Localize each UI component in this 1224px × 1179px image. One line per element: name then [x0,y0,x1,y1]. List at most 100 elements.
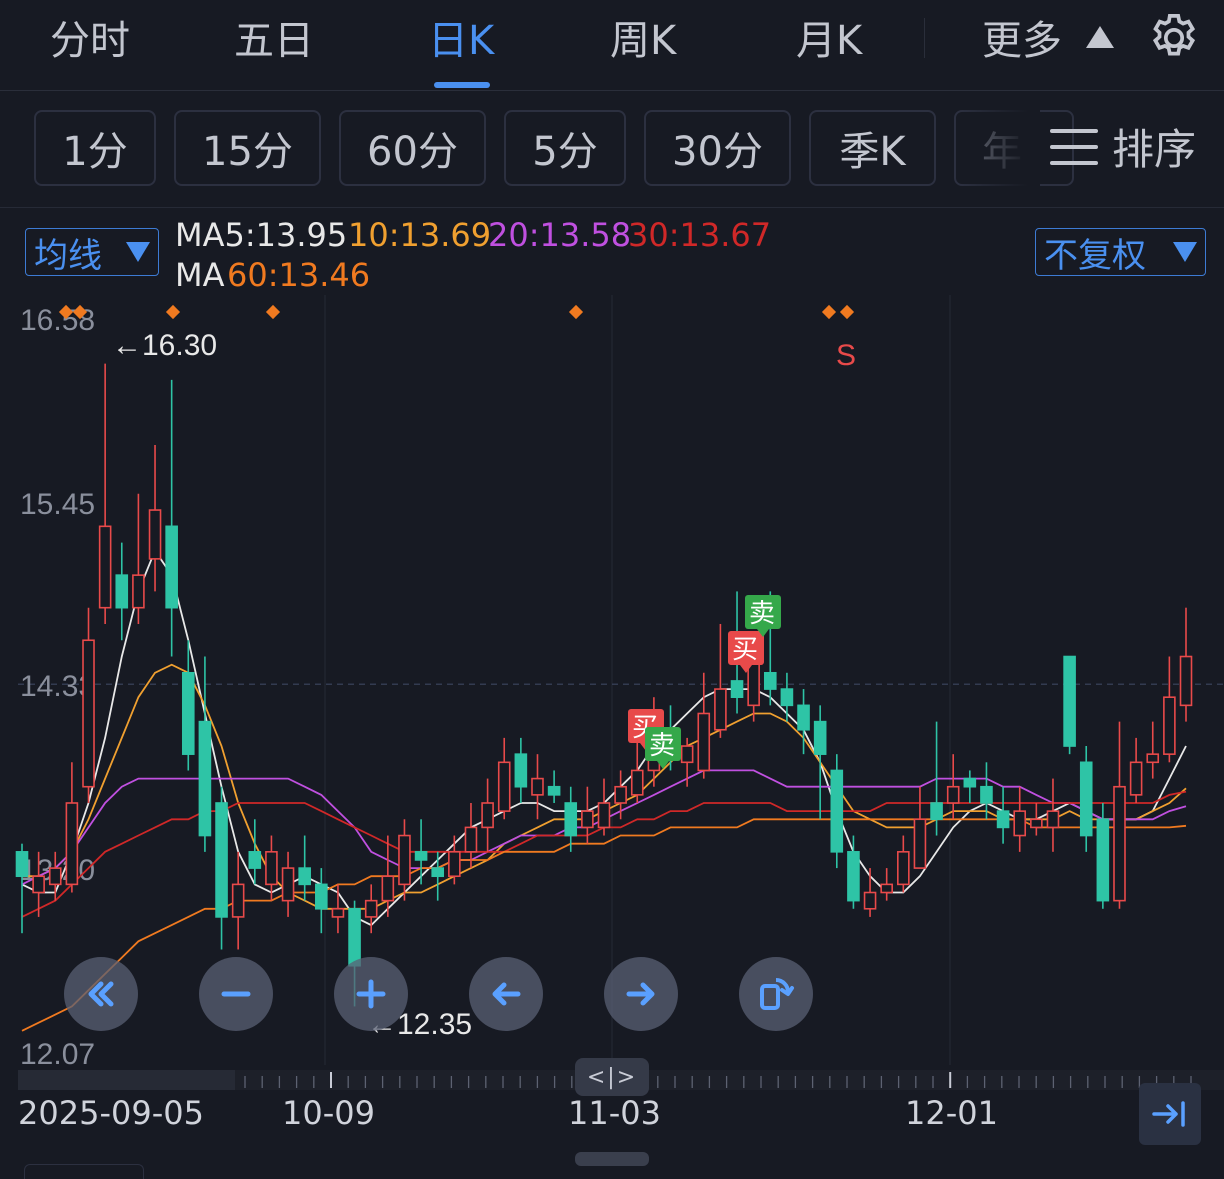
candle-down [215,802,228,918]
candle-up [281,867,295,902]
period-1min-button[interactable]: 1分 [34,110,156,186]
period-60min-button[interactable]: 60分 [339,110,486,186]
candle-up [897,851,910,886]
menu-lines-icon [1050,128,1098,165]
period-tab-bar: 分时 五日 日K 周K 月K 更多 [0,0,1224,91]
buy-tag-label: 买 [732,634,758,664]
indicator-selector-label: 均线 [34,235,102,276]
candle-down [198,720,212,837]
candle-up [497,761,511,812]
sort-label: 排序 [1112,125,1197,174]
candle-up [82,639,95,788]
active-tab-underline [434,82,490,88]
candle-up [481,802,494,829]
candle-down [1079,761,1093,837]
arrow-left-icon [492,982,521,1006]
period-15min-button[interactable]: 15分 [174,110,321,186]
tab-weekly-k[interactable]: 周K [610,8,676,66]
zoom-out-button[interactable] [199,957,273,1031]
tab-five-day[interactable]: 五日 [234,8,314,66]
candle-up [448,851,461,878]
caret-up-icon[interactable] [1086,26,1114,48]
candle-down [1096,818,1110,902]
ma10-value: 10:13.69 [348,216,492,254]
candle-down [431,867,445,878]
candle-up [1163,696,1176,755]
candle-up [714,688,727,731]
candle-up [398,834,411,886]
candle-up [1146,753,1160,764]
ma60-prefix: MA [175,256,225,294]
x-axis-date-label: 12-01 [905,1094,998,1132]
candle-down [165,525,178,609]
tab-divider [924,18,925,58]
candle-down [348,907,361,967]
candle-up [1179,655,1193,707]
period-quarter-k-button[interactable]: 季K [809,110,936,186]
zoom-in-button[interactable] [334,957,408,1031]
candle-up [946,785,960,804]
ma20-value: 20:13.58 [488,216,632,254]
candle-up [913,818,927,869]
section-divider [0,207,1224,208]
sell-tag-label: 卖 [749,598,775,628]
rewind-button[interactable] [64,957,138,1031]
indicator-selector[interactable]: 均线 [25,228,159,276]
candle-up [680,745,694,764]
candle-down [963,777,977,788]
timeline-drag-handle[interactable]: <|> [575,1058,649,1096]
candle-up [98,525,112,609]
minus-icon [221,991,251,997]
ma60-value: 60:13.46 [227,256,371,294]
scroll-left-button[interactable] [469,957,543,1031]
tab-monthly-k[interactable]: 月K [796,8,862,66]
sort-button[interactable]: 排序 [1050,116,1196,177]
signal-diamond-icon [821,304,837,320]
ma30-value: 30:13.67 [628,216,772,254]
candle-down [181,671,195,755]
plus-icon [356,979,386,1009]
dropdown-triangle-icon [126,242,150,262]
candle-up [32,875,45,894]
period-5min-button[interactable]: 5分 [504,110,626,186]
candle-down [996,810,1010,829]
candle-up [1129,761,1143,796]
period-30min-button[interactable]: 30分 [644,110,791,186]
candle-up [630,769,644,796]
tab-daily-k[interactable]: 日K [428,8,494,66]
rotate-screen-button[interactable] [739,957,813,1031]
candlestick-chart[interactable]: 16.5815.4514.3313.2012.07 S←16.30←12.35买… [0,295,1224,1075]
candle-down [763,671,777,690]
candle-up [464,826,478,853]
candle-down [414,851,428,861]
candle-down [980,785,993,804]
double-chevron-left-icon [88,981,114,1007]
candle-down [830,769,844,853]
signal-diamond-icon [568,304,584,320]
candle-up [614,785,627,804]
candle-down [547,785,561,796]
tab-intraday[interactable]: 分时 [50,8,130,66]
candle-down [248,851,262,869]
candle-up [531,777,544,796]
y-axis-tick-label: 15.45 [20,488,95,521]
candle-down [730,680,744,699]
timeline-window [18,1070,235,1090]
scroll-right-button[interactable] [604,957,678,1031]
candle-down [847,851,860,902]
candle-down [564,802,578,837]
more-menu-button[interactable]: 更多 [982,8,1062,66]
gear-icon[interactable] [1146,10,1202,66]
chart-grid [18,295,1224,1065]
candle-down [315,883,328,910]
arrow-to-end-icon [1152,1101,1185,1127]
jump-to-latest-button[interactable] [1139,1083,1201,1145]
candle-down [813,720,827,755]
adjust-selector-label: 不复权 [1044,235,1146,276]
candle-up [697,712,711,772]
adjust-selector[interactable]: 不复权 [1035,228,1206,276]
x-axis-date-label: 10-09 [282,1094,375,1132]
bottom-drag-handle[interactable] [575,1152,649,1166]
ma-line-ma5 [21,548,1187,927]
sell-tag-label: 卖 [649,730,675,760]
